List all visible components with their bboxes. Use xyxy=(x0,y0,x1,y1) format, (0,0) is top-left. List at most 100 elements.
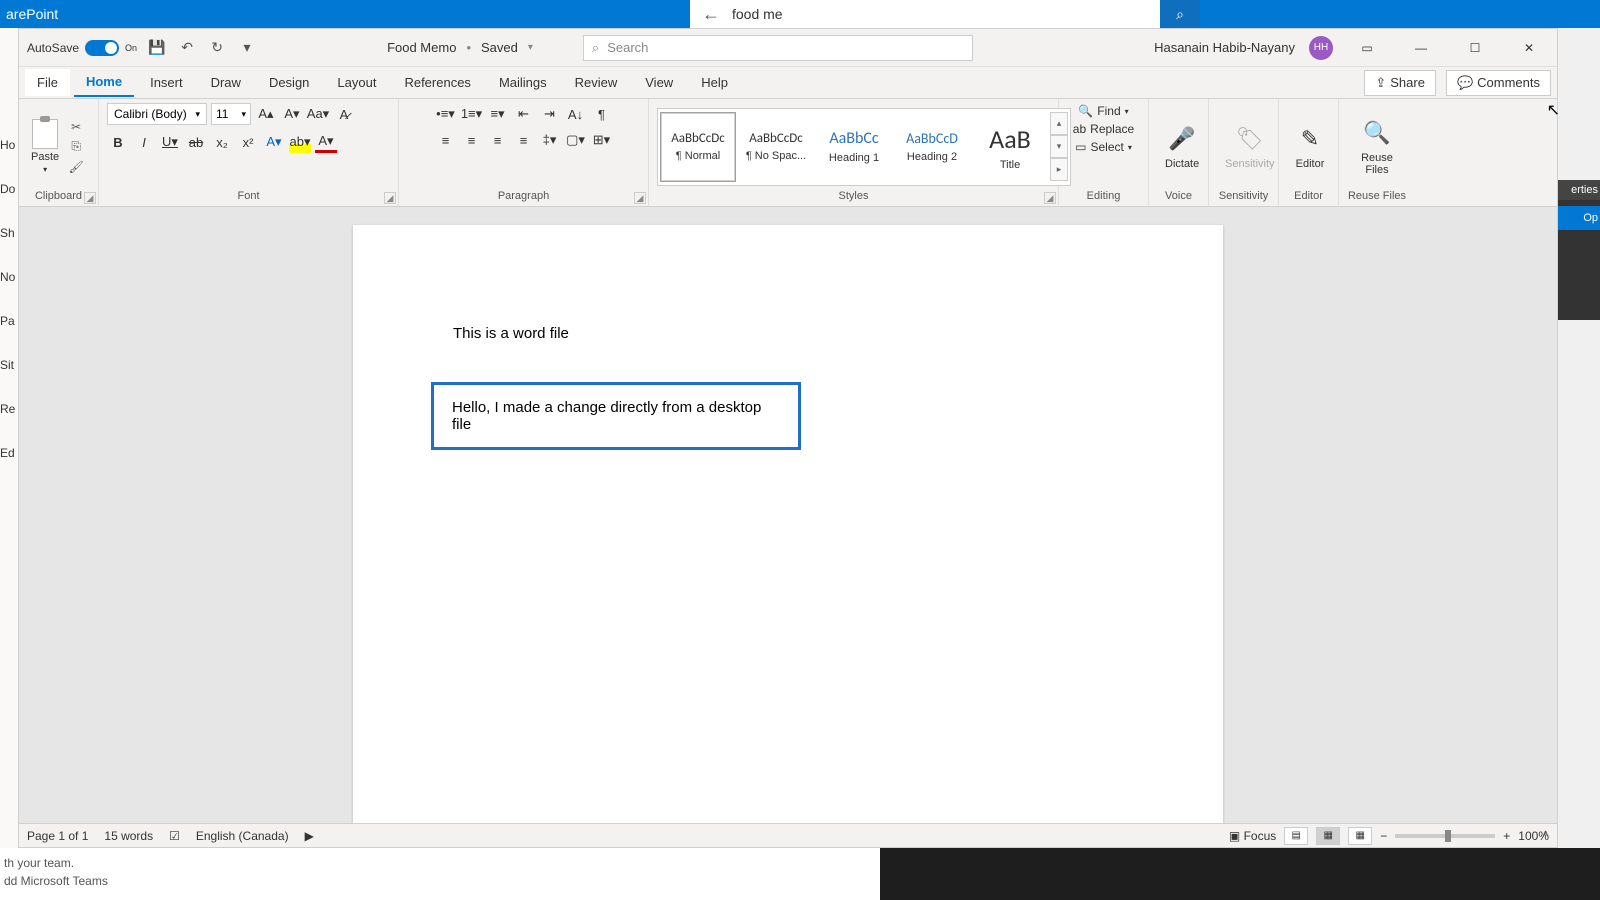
style-title[interactable]: AaB Title xyxy=(972,112,1048,182)
change-case-icon[interactable]: Aa▾ xyxy=(307,103,329,125)
shrink-font-icon[interactable]: A▾ xyxy=(281,103,303,125)
superscript-button[interactable]: x² xyxy=(237,131,259,153)
nav-item[interactable]: Do xyxy=(0,182,18,196)
nav-item[interactable]: Ho xyxy=(0,138,18,152)
font-name-combo[interactable]: Calibri (Body)▾ xyxy=(107,103,207,125)
paste-button[interactable]: Paste ▾ xyxy=(27,117,63,176)
spelling-icon[interactable]: ☑ xyxy=(169,829,180,843)
tab-layout[interactable]: Layout xyxy=(325,69,388,96)
chevron-down-icon[interactable]: ▾ xyxy=(528,42,533,53)
user-avatar[interactable]: HH xyxy=(1309,36,1333,60)
shading-icon[interactable]: ▢▾ xyxy=(565,129,587,151)
ribbon-display-options-icon[interactable]: ▭ xyxy=(1347,33,1387,63)
tab-file[interactable]: File xyxy=(25,69,70,96)
tab-draw[interactable]: Draw xyxy=(199,69,253,96)
focus-mode-button[interactable]: ▣ Focus xyxy=(1229,829,1276,843)
sharepoint-search-button[interactable]: ⌕ xyxy=(1160,0,1200,28)
font-launcher-icon[interactable]: ◢ xyxy=(384,192,396,204)
font-color-icon[interactable]: A▾ xyxy=(315,131,337,153)
bullets-icon[interactable]: •≡▾ xyxy=(435,103,457,125)
undo-icon[interactable]: ↶ xyxy=(177,38,197,58)
tell-me-search[interactable]: ⌕ Search xyxy=(583,35,973,61)
paragraph-launcher-icon[interactable]: ◢ xyxy=(634,192,646,204)
nav-item[interactable]: Sh xyxy=(0,226,18,240)
page-indicator[interactable]: Page 1 of 1 xyxy=(27,829,88,843)
qat-more-icon[interactable]: ▾ xyxy=(237,38,257,58)
tab-help[interactable]: Help xyxy=(689,69,740,96)
comments-button[interactable]: 💬 Comments xyxy=(1446,70,1551,96)
nav-item[interactable]: Sit xyxy=(0,358,18,372)
style-heading1[interactable]: AaBbCc Heading 1 xyxy=(816,112,892,182)
dictate-button[interactable]: 🎤 Dictate xyxy=(1157,122,1207,172)
underline-button[interactable]: U▾ xyxy=(159,131,181,153)
chevron-down-icon[interactable]: ▾ xyxy=(43,165,47,174)
reuse-files-button[interactable]: 🔍 Reuse Files xyxy=(1347,116,1407,178)
tab-review[interactable]: Review xyxy=(563,69,630,96)
align-left-icon[interactable]: ≡ xyxy=(435,129,457,151)
subscript-button[interactable]: x₂ xyxy=(211,131,233,153)
align-center-icon[interactable]: ≡ xyxy=(461,129,483,151)
close-button[interactable]: ✕ xyxy=(1509,33,1549,63)
tab-mailings[interactable]: Mailings xyxy=(487,69,559,96)
style-heading2[interactable]: AaBbCcD Heading 2 xyxy=(894,112,970,182)
zoom-slider[interactable] xyxy=(1395,834,1495,838)
autosave-toggle-group[interactable]: AutoSave On xyxy=(27,40,137,56)
nav-item[interactable]: Re xyxy=(0,402,18,416)
minimize-button[interactable]: — xyxy=(1401,33,1441,63)
multilevel-list-icon[interactable]: ≡▾ xyxy=(487,103,509,125)
document-title-group[interactable]: Food Memo • Saved ▾ xyxy=(387,40,533,55)
document-canvas[interactable]: This is a word file Hello, I made a chan… xyxy=(19,207,1557,823)
back-arrow-icon[interactable]: ← xyxy=(702,4,720,25)
read-mode-icon[interactable]: ▤ xyxy=(1284,827,1308,845)
copy-icon[interactable]: ⎘ xyxy=(67,139,85,155)
document-page[interactable]: This is a word file Hello, I made a chan… xyxy=(353,225,1223,823)
nav-item[interactable]: Ed xyxy=(0,446,18,460)
word-count[interactable]: 15 words xyxy=(104,829,153,843)
body-text-line1[interactable]: This is a word file xyxy=(453,325,1123,342)
tab-home[interactable]: Home xyxy=(74,68,134,97)
save-icon[interactable]: 💾 xyxy=(147,38,167,58)
editor-button[interactable]: ✎ Editor xyxy=(1287,122,1333,172)
strikethrough-button[interactable]: ab xyxy=(185,131,207,153)
justify-icon[interactable]: ≡ xyxy=(513,129,535,151)
increase-indent-icon[interactable]: ⇥ xyxy=(539,103,561,125)
format-painter-icon[interactable]: 🖌 xyxy=(67,159,85,175)
bold-button[interactable]: B xyxy=(107,131,129,153)
add-teams-link[interactable]: dd Microsoft Teams xyxy=(4,872,876,890)
print-layout-icon[interactable]: ▦ xyxy=(1316,827,1340,845)
find-button[interactable]: 🔍Find▾ xyxy=(1074,103,1132,119)
style-no-spacing[interactable]: AaBbCcDc ¶ No Spac... xyxy=(738,112,814,182)
nav-item[interactable]: Pa xyxy=(0,314,18,328)
maximize-button[interactable]: ☐ xyxy=(1455,33,1495,63)
tab-view[interactable]: View xyxy=(633,69,685,96)
numbering-icon[interactable]: 1≡▾ xyxy=(461,103,483,125)
zoom-out-button[interactable]: − xyxy=(1380,829,1387,843)
clear-formatting-icon[interactable]: A̷ xyxy=(333,103,355,125)
language-indicator[interactable]: English (Canada) xyxy=(196,829,289,843)
styles-gallery[interactable]: AaBbCcDc ¶ Normal AaBbCcDc ¶ No Spac... … xyxy=(657,108,1071,186)
tab-insert[interactable]: Insert xyxy=(138,69,195,96)
borders-icon[interactable]: ⊞▾ xyxy=(591,129,613,151)
autosave-switch[interactable] xyxy=(85,40,119,56)
sharepoint-search-box[interactable]: ← food me xyxy=(690,0,1160,28)
redo-icon[interactable]: ↻ xyxy=(207,38,227,58)
sort-icon[interactable]: A↓ xyxy=(565,103,587,125)
cut-icon[interactable]: ✂ xyxy=(67,119,85,135)
style-normal[interactable]: AaBbCcDc ¶ Normal xyxy=(660,112,736,182)
styles-launcher-icon[interactable]: ◢ xyxy=(1044,192,1056,204)
web-layout-icon[interactable]: ▦ xyxy=(1348,827,1372,845)
open-button[interactable]: Op xyxy=(1558,206,1600,230)
decrease-indent-icon[interactable]: ⇤ xyxy=(513,103,535,125)
grow-font-icon[interactable]: A▴ xyxy=(255,103,277,125)
font-size-combo[interactable]: 11▾ xyxy=(211,103,251,125)
nav-item[interactable]: No xyxy=(0,270,18,284)
italic-button[interactable]: I xyxy=(133,131,155,153)
line-spacing-icon[interactable]: ‡▾ xyxy=(539,129,561,151)
macro-icon[interactable]: ▶ xyxy=(305,829,314,843)
replace-button[interactable]: abReplace xyxy=(1069,121,1138,137)
align-right-icon[interactable]: ≡ xyxy=(487,129,509,151)
highlight-icon[interactable]: ab▾ xyxy=(289,131,311,153)
body-text-line2[interactable]: Hello, I made a change directly from a d… xyxy=(452,399,761,433)
tab-design[interactable]: Design xyxy=(257,69,321,96)
zoom-in-button[interactable]: + xyxy=(1503,829,1510,843)
